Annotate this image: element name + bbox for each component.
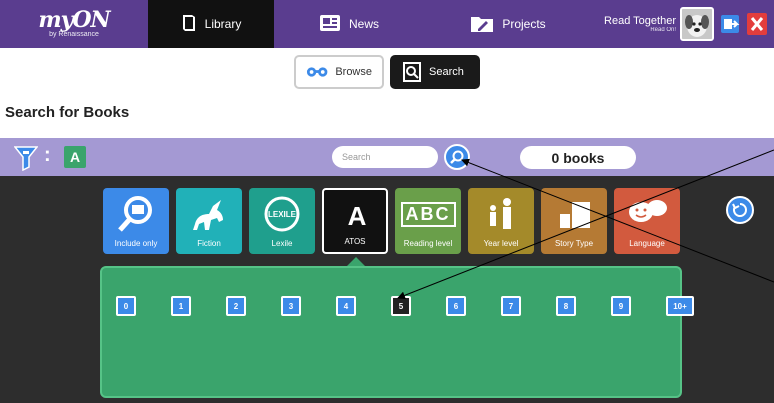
- read-together-title: Read Together: [604, 15, 676, 27]
- filter-tile-label: ATOS: [344, 237, 366, 246]
- filter-tile-label: Reading level: [403, 239, 453, 248]
- filter-tile-label: Lexile: [271, 239, 293, 248]
- level-button-7[interactable]: 7: [501, 296, 521, 316]
- read-together-sub: Read On!: [650, 27, 676, 33]
- filter-bar: : A 0 books: [0, 138, 774, 176]
- figures-icon: [468, 192, 534, 236]
- nav-tab-library[interactable]: Library: [148, 0, 274, 48]
- app-screen: myON by Renaissance Library News Project…: [0, 0, 774, 403]
- level-button-row: 0 1 2 3 4 5 6 7 8 9 10+: [116, 296, 694, 316]
- svg-text:LEXILE: LEXILE: [268, 210, 297, 219]
- nav-tab-projects[interactable]: Projects: [424, 0, 592, 48]
- level-button-5[interactable]: 5: [391, 296, 411, 316]
- atos-glyph: A: [347, 200, 367, 231]
- browse-search-toggle: Browse Search: [0, 48, 774, 96]
- level-button-10-plus[interactable]: 10+: [666, 296, 694, 316]
- level-button-3[interactable]: 3: [281, 296, 301, 316]
- search-submit-button[interactable]: [444, 144, 470, 170]
- filter-tile-language[interactable]: Language: [614, 188, 680, 254]
- search-mode-button[interactable]: Search: [390, 55, 480, 89]
- filter-tile-include-only[interactable]: Include only: [103, 188, 169, 254]
- filter-tile-label: Year level: [483, 239, 519, 248]
- browse-button[interactable]: Browse: [294, 55, 384, 89]
- book-stack-icon: [541, 192, 607, 236]
- book-count: 0 books: [520, 146, 636, 169]
- logo-brand: myON: [38, 6, 110, 33]
- filter-separator: :: [44, 144, 51, 166]
- avatar[interactable]: [680, 7, 714, 41]
- filter-tile-reading-level[interactable]: ABC Reading level: [395, 188, 461, 254]
- read-together-text[interactable]: Read Together Read On!: [604, 15, 676, 33]
- close-icon: [747, 13, 767, 35]
- dog-avatar-icon: [682, 9, 712, 39]
- filter-tile-label: Fiction: [197, 239, 221, 248]
- filter-tile-story-type[interactable]: Story Type: [541, 188, 607, 254]
- top-nav-bar: myON by Renaissance Library News Project…: [0, 0, 774, 48]
- nav-tab-label: Library: [204, 17, 242, 31]
- reset-icon: [732, 203, 747, 217]
- atos-letter-icon: A: [324, 194, 390, 238]
- binoculars-icon: [306, 67, 328, 77]
- filter-funnel-icon[interactable]: [13, 145, 39, 176]
- filter-tiles: Include only Fiction LEXILE Lexile A ATO…: [103, 188, 680, 254]
- level-button-2[interactable]: 2: [226, 296, 246, 316]
- lexile-icon: LEXILE: [249, 192, 315, 236]
- magnifier-badge-icon: [103, 192, 169, 236]
- search-label: Search: [429, 66, 464, 78]
- export-button[interactable]: [718, 10, 742, 38]
- myon-logo[interactable]: myON by Renaissance: [0, 0, 148, 48]
- level-button-8[interactable]: 8: [556, 296, 576, 316]
- filter-tile-year-level[interactable]: Year level: [468, 188, 534, 254]
- logo-sub: by Renaissance: [49, 30, 99, 38]
- unicorn-icon: [176, 192, 242, 236]
- level-button-9[interactable]: 9: [611, 296, 631, 316]
- filter-tile-atos[interactable]: A ATOS: [322, 188, 388, 254]
- filter-tile-label: Story Type: [554, 239, 594, 248]
- search-icon: [450, 150, 464, 164]
- nav-tab-label: News: [348, 17, 379, 31]
- newspaper-icon: [319, 14, 341, 35]
- folder-pencil-icon: [470, 13, 494, 36]
- level-button-6[interactable]: 6: [446, 296, 466, 316]
- filter-tile-lexile[interactable]: LEXILE Lexile: [249, 188, 315, 254]
- level-button-1[interactable]: 1: [171, 296, 191, 316]
- level-button-4[interactable]: 4: [336, 296, 356, 316]
- book-icon: [181, 14, 197, 35]
- read-together-area: Read Together Read On!: [592, 0, 774, 48]
- page-title: Search for Books: [5, 104, 130, 121]
- nav-tab-label: Projects: [502, 17, 546, 31]
- filter-tile-label: Include only: [114, 239, 158, 248]
- speech-bubbles-icon: [614, 192, 680, 236]
- abc-glyph: ABC: [400, 201, 456, 227]
- close-button[interactable]: [746, 10, 768, 38]
- browse-label: Browse: [335, 66, 372, 78]
- export-icon: [721, 15, 740, 33]
- nav-tab-news[interactable]: News: [274, 0, 424, 48]
- atos-level-panel: 0 1 2 3 4 5 6 7 8 9 10+: [100, 266, 694, 398]
- active-filter-chip[interactable]: A: [64, 146, 86, 168]
- filter-tile-fiction[interactable]: Fiction: [176, 188, 242, 254]
- level-button-0[interactable]: 0: [116, 296, 136, 316]
- abc-blocks-icon: ABC: [395, 192, 461, 236]
- reset-filters-button[interactable]: [726, 196, 754, 224]
- search-input[interactable]: [332, 146, 438, 168]
- search-page-icon: [403, 62, 421, 82]
- filter-tile-label: Language: [629, 239, 665, 248]
- active-tile-pointer: [347, 257, 365, 266]
